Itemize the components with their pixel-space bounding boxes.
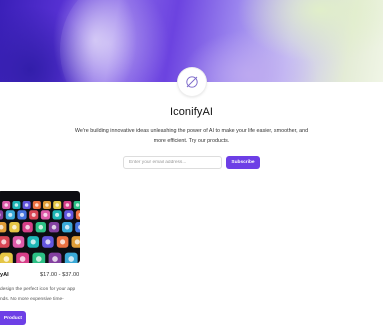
product-name[interactable]: yAI <box>0 272 9 278</box>
slashed-circle-logo-icon <box>186 76 198 88</box>
view-product-button[interactable]: Product <box>0 311 26 325</box>
brand-title: IconifyAI <box>169 106 214 118</box>
product-price: $17.00 - $37.00 <box>40 272 80 278</box>
brand-tagline: We're building innovative ideas unleashi… <box>74 128 309 144</box>
email-input[interactable] <box>123 156 222 169</box>
brand-logo <box>178 68 206 96</box>
subscribe-button[interactable]: Subscribe <box>226 156 260 169</box>
product-image[interactable] <box>0 191 80 263</box>
product-description: design the perfect icon for your app nds… <box>0 287 76 302</box>
app-icons-grid-image <box>0 201 80 263</box>
